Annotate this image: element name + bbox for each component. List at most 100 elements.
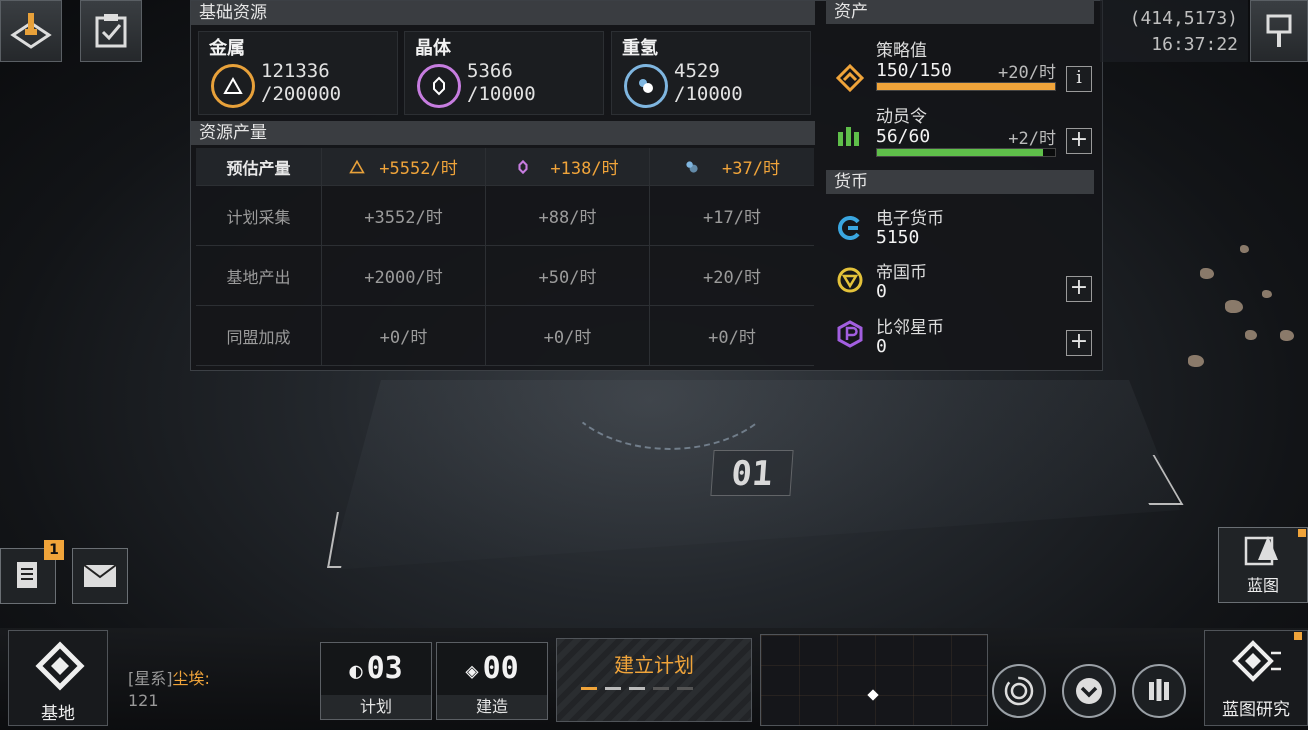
system-id: 121 (128, 691, 159, 710)
clock-text: 16:37:22 (1151, 34, 1238, 55)
pin-icon (1266, 14, 1292, 47)
metal-current: 121336 (261, 60, 330, 82)
plan-counter[interactable]: ◐ 03 计划 (320, 642, 432, 720)
base-button[interactable]: 基地 (8, 630, 108, 726)
asteroid (1262, 290, 1272, 298)
crystal-rate-cell: +138/时 (486, 148, 650, 185)
build-counter[interactable]: ◈ 00 建造 (436, 642, 548, 720)
strategy-bar (876, 82, 1056, 91)
crystal-icon (433, 76, 445, 96)
document-icon (17, 562, 37, 588)
row-label: 基地产出 (196, 246, 322, 305)
crystal-value: 5366 /10000 (467, 60, 536, 106)
crystal-name: 晶体 (415, 38, 451, 59)
build-count: ◈ 00 (437, 651, 547, 686)
envelope-icon (83, 564, 117, 587)
e-currency-value: 5150 (876, 227, 920, 248)
metal-rate-cell: +5552/时 (322, 148, 486, 185)
plan-count: ◐ 03 (321, 651, 431, 686)
metal-name: 金属 (209, 38, 245, 59)
metal-rate: +5552/时 (379, 159, 458, 179)
crystal-rate: +88/时 (486, 186, 650, 245)
progress-segment (677, 687, 693, 690)
plan-icon: ◐ (349, 659, 363, 684)
metal-rate: +2000/时 (322, 246, 486, 305)
establish-progress (581, 687, 693, 690)
minimap-location-marker (867, 689, 879, 701)
research-label: 蓝图研究 (1222, 700, 1290, 720)
research-alert-marker (1294, 632, 1302, 640)
metal-ring (211, 64, 255, 108)
base-resources-header: 基础资源 (191, 1, 815, 25)
map-marker-button[interactable] (1250, 0, 1308, 62)
minimap[interactable] (760, 634, 988, 726)
table-row: 计划采集 +3552/时 +88/时 +17/时 (196, 186, 814, 246)
galaxy-button[interactable] (992, 664, 1046, 718)
base-diamond-icon (35, 641, 85, 691)
system-info[interactable]: [星系]尘埃: 121 (128, 668, 210, 712)
blueprint-research-button[interactable]: 蓝图研究 (1204, 630, 1308, 726)
fleet-button[interactable] (1132, 664, 1186, 718)
mobilization-bar (876, 148, 1056, 157)
deuterium-name: 重氢 (622, 38, 658, 59)
strategy-info-button[interactable]: i (1066, 66, 1092, 92)
asteroid (1280, 330, 1294, 341)
row-label: 预估产量 (196, 148, 322, 185)
metal-max: /200000 (261, 83, 342, 105)
progress-segment (653, 687, 669, 690)
metal-rate: +3552/时 (322, 186, 486, 245)
map-plate-label: 01 (710, 450, 794, 496)
mobilization-label: 动员令 (876, 107, 927, 127)
empire-coin-value: 0 (876, 281, 887, 302)
deuterium-box: 重氢 4529 /10000 (611, 31, 811, 115)
mobilization-value: 56/60 (876, 126, 931, 147)
mobilization-add-button[interactable]: + (1066, 128, 1092, 154)
build-count-value: 00 (482, 651, 519, 686)
strategy-rate: +20/时 (998, 63, 1056, 83)
asteroid (1245, 330, 1257, 340)
assets-header: 资产 (826, 0, 1094, 24)
table-row: 预估产量 +5552/时 +138/时 +37/时 (196, 148, 814, 186)
deuterium-rate: +37/时 (722, 159, 780, 179)
collect-button[interactable] (1062, 664, 1116, 718)
establish-plan-label: 建立计划 (614, 653, 694, 677)
message-button[interactable] (72, 548, 128, 604)
plan-label: 计划 (321, 695, 431, 719)
metal-icon (223, 76, 243, 94)
research-icon (1232, 640, 1281, 682)
crystal-max: /10000 (467, 83, 536, 105)
e-currency-icon (838, 216, 860, 240)
proxima-coin-add-button[interactable]: + (1066, 330, 1092, 356)
mobilization-icon (838, 127, 859, 146)
strategy-value: 150/150 (876, 60, 952, 81)
e-currency-name: 电子货币 (876, 209, 944, 229)
crystal-icon (518, 159, 528, 174)
asteroid (1240, 245, 1249, 253)
metal-icon (349, 159, 366, 173)
blueprint-button[interactable]: 蓝图 (1218, 527, 1308, 603)
mobilization-bar-fill (877, 149, 1043, 156)
currency-header: 货币 (826, 170, 1094, 194)
strategy-label: 策略值 (876, 41, 927, 61)
crystal-rate: +0/时 (486, 306, 650, 365)
deuterium-value: 4529 /10000 (674, 60, 743, 106)
coords-text: (414,5173) (1129, 8, 1238, 29)
row-label: 计划采集 (196, 186, 322, 245)
coords-display: (414,5173) 16:37:22 (1130, 6, 1238, 58)
blueprint-icon (1244, 536, 1278, 566)
deuterium-current: 4529 (674, 60, 720, 82)
deuterium-max: /10000 (674, 83, 743, 105)
crystal-rate: +50/时 (486, 246, 650, 305)
establish-plan-button[interactable]: 建立计划 (556, 638, 752, 722)
task-list-button[interactable] (80, 0, 142, 62)
base-label: 基地 (41, 704, 75, 724)
production-header: 资源产量 (191, 121, 815, 145)
base-build-button[interactable] (0, 0, 62, 62)
production-table: 预估产量 +5552/时 +138/时 +37/时 计划采集 +3552/时 +… (196, 148, 814, 366)
crystal-current: 5366 (467, 60, 513, 82)
progress-segment (605, 687, 621, 690)
proxima-coin-name: 比邻星币 (876, 318, 944, 338)
empire-coin-add-button[interactable]: + (1066, 276, 1092, 302)
system-prefix: [星系] (128, 669, 173, 688)
deuterium-rate: +0/时 (708, 328, 756, 348)
